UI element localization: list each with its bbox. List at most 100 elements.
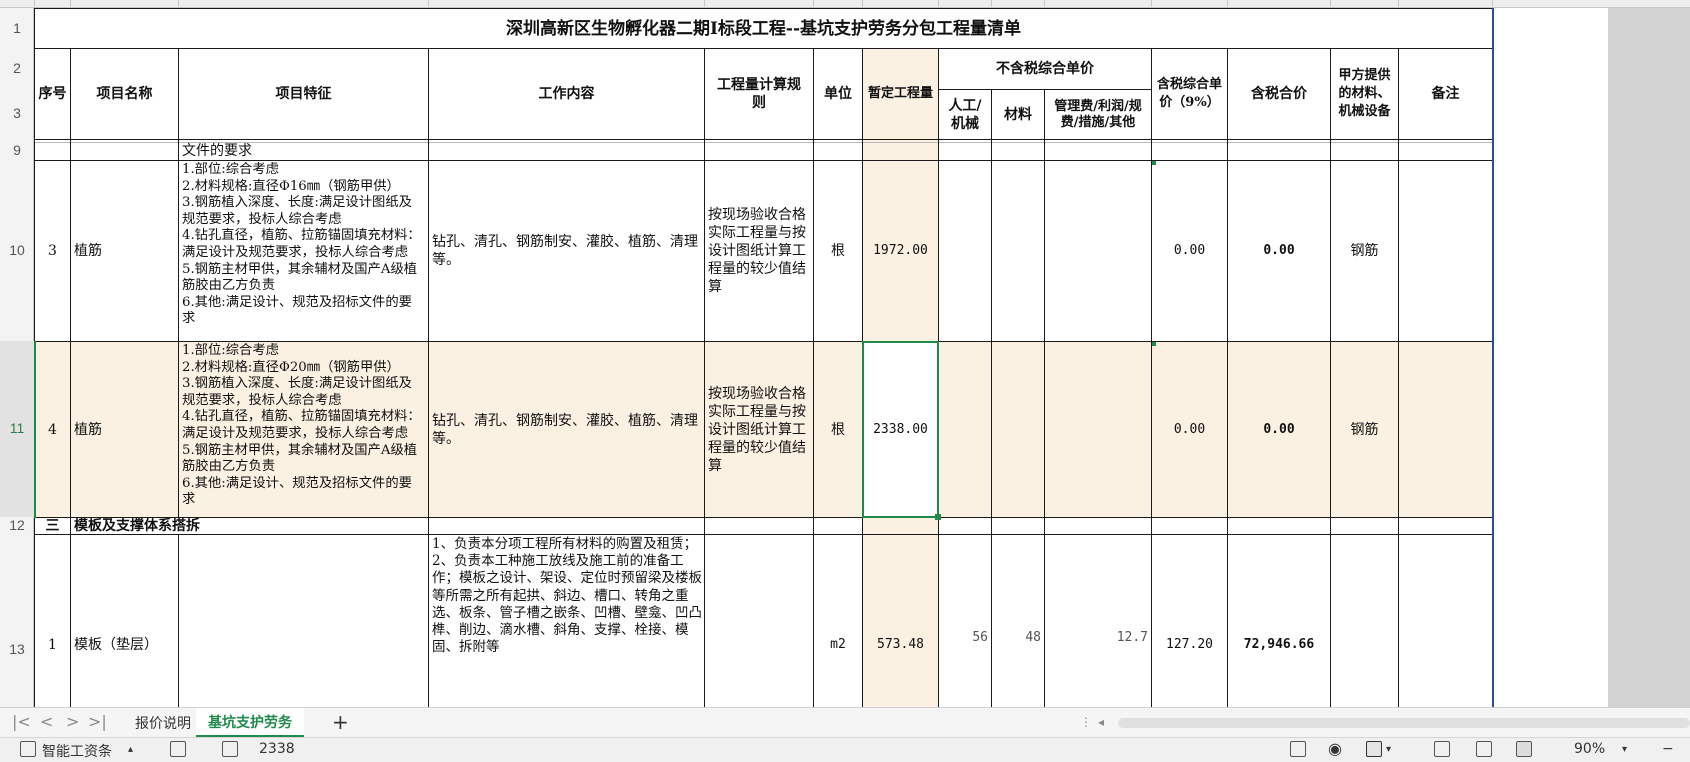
header-tax-unit-price[interactable]: 含税综合单价（9%） xyxy=(1152,49,1227,139)
smart-tool-label[interactable]: 智能工资条 xyxy=(42,741,112,761)
calc-rule-cell[interactable]: 按现场验收合格实际工程量与按设计图纸计算工程量的较少值结算 xyxy=(708,342,810,517)
item-name-cell[interactable]: 植筋 xyxy=(74,161,178,341)
seq-cell[interactable]: 1 xyxy=(35,633,70,657)
gridline xyxy=(704,48,705,707)
first-sheet-icon[interactable]: |< xyxy=(12,712,31,731)
prev-sheet-icon[interactable]: < xyxy=(40,712,53,731)
cell-value-icon xyxy=(222,741,238,757)
sheet-title[interactable]: 深圳高新区生物孵化器二期Ⅰ标段工程--基坑支护劳务分包工程量清单 xyxy=(35,9,1492,48)
header-labor-machine[interactable]: 人工/机械 xyxy=(939,90,991,139)
gridline xyxy=(428,48,429,707)
tab-quote-notes[interactable]: 报价说明 xyxy=(123,708,203,737)
owner-supplied-cell[interactable]: 钢筋 xyxy=(1331,342,1398,517)
tax-total-cell[interactable]: 72,946.66 xyxy=(1228,633,1330,657)
col-boundary xyxy=(704,0,705,8)
col-boundary xyxy=(178,0,179,8)
item-name-cell[interactable]: 模板（垫层） xyxy=(74,633,178,657)
tax-unit-price-cell[interactable]: 0.00 xyxy=(1152,342,1227,517)
qty-cell[interactable]: 1972.00 xyxy=(863,161,938,341)
selected-qty-cell[interactable]: 2338.00 xyxy=(862,341,939,518)
header-item-name[interactable]: 项目名称 xyxy=(71,49,178,139)
gridline xyxy=(178,534,179,707)
sheet-grid[interactable]: 深圳高新区生物孵化器二期Ⅰ标段工程--基坑支护劳务分包工程量清单 序号 项目名称… xyxy=(0,8,1608,707)
col-boundary xyxy=(938,0,939,8)
col-boundary xyxy=(1492,0,1493,8)
seq-cell[interactable]: 4 xyxy=(35,342,70,517)
page-layout-icon[interactable] xyxy=(1476,741,1492,757)
smart-tool-icon[interactable] xyxy=(20,741,36,757)
scroll-divider-icon[interactable]: ⋮ xyxy=(1080,715,1092,729)
header-work-content[interactable]: 工作内容 xyxy=(429,49,704,139)
unit-cell[interactable]: m2 xyxy=(814,633,862,657)
unit-cell[interactable]: 根 xyxy=(814,161,862,341)
labor-cell[interactable]: 56 xyxy=(939,629,988,653)
gridline xyxy=(991,89,992,707)
gridline xyxy=(1044,89,1045,707)
tax-total-cell[interactable]: 0.00 xyxy=(1228,161,1330,341)
eye-protect-icon[interactable]: ◉ xyxy=(1328,739,1342,758)
tax-unit-price-cell[interactable]: 127.20 xyxy=(1152,633,1227,657)
qty-cell[interactable]: 573.48 xyxy=(863,633,938,657)
section-title[interactable]: 模板及支撑体系搭拆 xyxy=(74,518,474,534)
page-break-preview-icon[interactable] xyxy=(1516,741,1532,757)
header-unit[interactable]: 单位 xyxy=(814,49,862,139)
view-options-icon[interactable] xyxy=(1366,741,1382,757)
cell-value-readout: 2338 xyxy=(259,741,295,757)
spreadsheet-area[interactable]: 1 2 3 9 10 11 12 13 深圳高新区生物孵化器二期Ⅰ标段工程--基… xyxy=(0,0,1690,707)
seq-cell[interactable]: 3 xyxy=(35,161,70,341)
col-boundary xyxy=(813,0,814,8)
out-of-range-area xyxy=(1608,8,1690,707)
item-name-cell[interactable]: 植筋 xyxy=(74,342,178,517)
header-seq[interactable]: 序号 xyxy=(35,49,70,139)
features-cell[interactable]: 1.部位:综合考虑 2.材料规格:直径Φ20㎜（钢筋甲供） 3.钢筋植入深度、长… xyxy=(182,343,424,517)
chevron-down-icon[interactable]: ▾ xyxy=(1386,744,1391,755)
work-content-cell[interactable]: 钻孔、清孔、钢筋制安、灌胶、植筋、清理等。 xyxy=(432,161,702,341)
header-material[interactable]: 材料 xyxy=(992,90,1044,139)
header-owner-supplied[interactable]: 甲方提供的材料、机械设备 xyxy=(1331,49,1398,139)
scroll-left-icon[interactable]: ◂ xyxy=(1098,715,1104,729)
work-content-cell[interactable]: 钻孔、清孔、钢筋制安、灌胶、植筋、清理等。 xyxy=(432,342,702,517)
horizontal-scrollbar[interactable] xyxy=(1118,718,1690,728)
tax-unit-price-cell[interactable]: 0.00 xyxy=(1152,161,1227,341)
chevron-up-icon[interactable]: ▴ xyxy=(128,744,133,755)
header-remarks[interactable]: 备注 xyxy=(1399,49,1492,139)
comment-marker xyxy=(1152,161,1156,165)
gridline xyxy=(34,139,1493,140)
header-tax-total[interactable]: 含税合价 xyxy=(1228,49,1330,139)
material-cell[interactable]: 48 xyxy=(992,629,1041,653)
col-boundary xyxy=(34,0,35,8)
features-cell[interactable]: 1.部位:综合考虑 2.材料规格:直径Φ16㎜（钢筋甲供） 3.钢筋植入深度、长… xyxy=(182,162,424,341)
header-unit-price-ex-tax[interactable]: 不含税综合单价 xyxy=(939,49,1151,89)
zoom-dropdown-icon[interactable]: ▾ xyxy=(1622,744,1627,755)
work-content-cell[interactable]: 1、负责本分项工程所有材料的购置及租赁； 2、负责本工种施工放线及施工前的准备工… xyxy=(432,536,702,657)
col-boundary xyxy=(428,0,429,8)
calc-rule-cell[interactable]: 按现场验收合格实际工程量与按设计图纸计算工程量的较少值结算 xyxy=(708,161,810,341)
gridline xyxy=(1398,48,1399,707)
gridline xyxy=(34,534,1493,535)
zoom-level[interactable]: 90% xyxy=(1574,741,1605,757)
fill-handle[interactable] xyxy=(935,514,941,520)
features-cell-tail[interactable]: 文件的要求 xyxy=(182,142,428,160)
tab-foundation-labor[interactable]: 基坑支护劳务 xyxy=(196,708,304,737)
last-sheet-icon[interactable]: >| xyxy=(88,712,107,731)
mgmt-fee-cell[interactable]: 12.7 xyxy=(1045,629,1148,653)
next-sheet-icon[interactable]: > xyxy=(66,712,79,731)
section-seq[interactable]: 三 xyxy=(35,518,70,534)
reading-mode-icon[interactable] xyxy=(1290,741,1306,757)
add-sheet-button[interactable]: + xyxy=(332,710,349,734)
col-boundary xyxy=(1151,0,1152,8)
header-item-features[interactable]: 项目特征 xyxy=(179,49,428,139)
sheet-tab-bar[interactable]: |< < > >| 报价说明 基坑支护劳务 + ⋮ ◂ xyxy=(0,707,1690,737)
normal-view-icon[interactable] xyxy=(1434,741,1450,757)
column-header-strip[interactable] xyxy=(0,0,1690,8)
tax-total-cell[interactable]: 0.00 xyxy=(1228,342,1330,517)
header-provisional-qty[interactable]: 暂定工程量 xyxy=(863,49,938,139)
col-boundary xyxy=(1398,0,1399,8)
header-mgmt-fee[interactable]: 管理费/利润/规费/措施/其他 xyxy=(1045,90,1151,139)
owner-supplied-cell[interactable]: 钢筋 xyxy=(1331,161,1398,341)
record-macro-icon[interactable] xyxy=(170,741,186,757)
header-calc-rule[interactable]: 工程量计算规则 xyxy=(705,49,813,139)
unit-cell[interactable]: 根 xyxy=(814,342,862,517)
zoom-out-icon[interactable]: − xyxy=(1662,741,1674,757)
col-boundary xyxy=(991,0,992,8)
